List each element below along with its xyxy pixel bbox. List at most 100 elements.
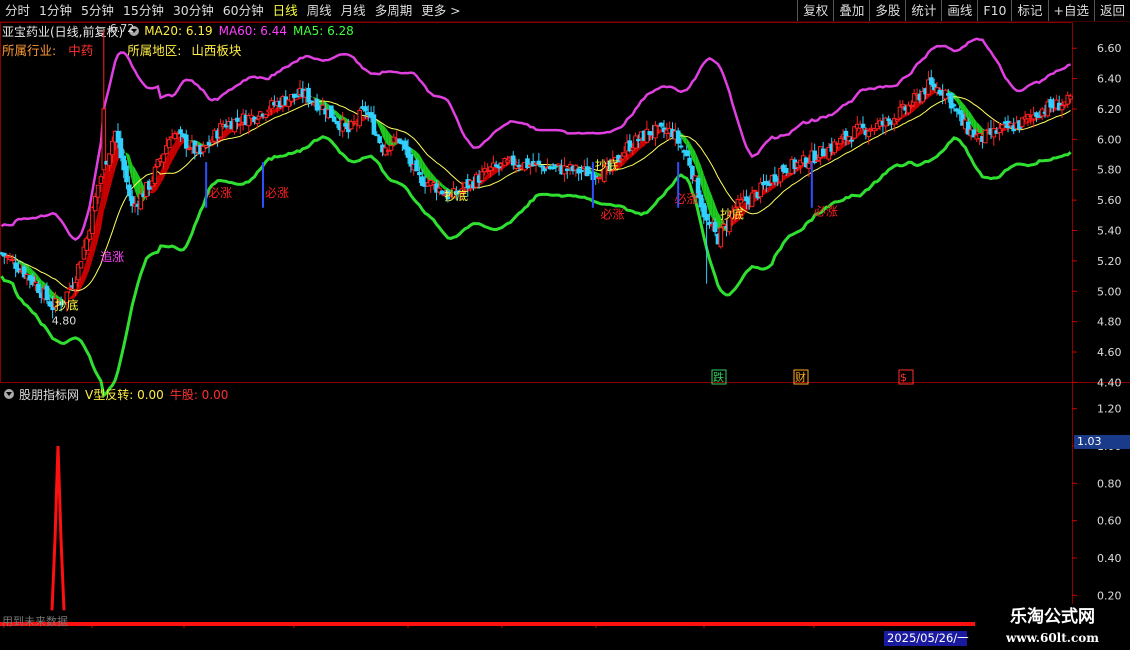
period-tab-1[interactable]: 1分钟 <box>34 0 76 21</box>
candle-body <box>493 164 499 167</box>
main-y-tick-label: 4.60 <box>1097 346 1122 359</box>
candle-body <box>982 129 988 144</box>
candle-body <box>44 285 50 301</box>
right-tools: 复权 叠加 多股 统计 画线 F10 标记 +自选 返回 <box>797 0 1130 21</box>
candle-body <box>417 171 422 176</box>
candle-body <box>653 124 658 139</box>
signal-annotation: 抄底 <box>55 297 79 312</box>
candle-body <box>84 237 90 251</box>
candle-body <box>479 171 485 181</box>
trend-fill-segment <box>98 199 101 241</box>
sub-y-tick-label: 0.40 <box>1097 552 1122 565</box>
period-tab-9[interactable]: 多周期 <box>370 0 417 21</box>
tool-button-6[interactable]: 标记 <box>1011 0 1047 21</box>
candle-body <box>183 134 189 149</box>
period-tab-6[interactable]: 日线 <box>268 0 302 21</box>
candle-body <box>414 160 419 172</box>
candle-body <box>36 283 41 293</box>
tool-button-2[interactable]: 多股 <box>869 0 905 21</box>
candle-body <box>886 118 891 122</box>
tool-button-3[interactable]: 统计 <box>905 0 941 21</box>
candle-body <box>820 148 826 157</box>
sub-current-value-box: 1.03 <box>1074 435 1130 449</box>
event-badge: $ <box>900 371 907 384</box>
trend-fill-segment <box>382 124 386 143</box>
sub-y-tick-label: 0.80 <box>1097 477 1122 490</box>
period-tab-2[interactable]: 5分钟 <box>76 0 118 21</box>
watermark-title: 乐淘公式网 <box>1010 607 1095 627</box>
candle-body <box>331 116 337 122</box>
trend-fill-segment <box>172 141 175 162</box>
candle-body <box>67 287 72 290</box>
candle-body <box>593 175 599 178</box>
signal-annotation: 必涨 <box>601 206 625 221</box>
trend-fill-segment <box>166 151 170 173</box>
ma20-line <box>1 96 1071 292</box>
candle-body <box>357 109 363 127</box>
main-frame <box>0 22 1073 383</box>
period-tabs: 分时 1分钟 5分钟 15分钟 30分钟 60分钟 日线 周线 月线 多周期 更多 > <box>0 0 465 21</box>
candle-body <box>894 119 900 122</box>
candle-body <box>92 196 98 212</box>
candle-body <box>806 162 812 169</box>
candle-body <box>550 167 556 170</box>
period-tab-4[interactable]: 30分钟 <box>168 0 218 21</box>
tool-button-8[interactable]: 返回 <box>1093 0 1130 21</box>
high-price-mark: 6.72 <box>110 22 135 35</box>
period-tab-10[interactable]: 更多 > <box>416 0 464 21</box>
period-tab-7[interactable]: 周线 <box>302 0 336 21</box>
tool-button-4[interactable]: 画线 <box>941 0 977 21</box>
candle-body <box>186 148 192 151</box>
candle-body <box>584 166 590 177</box>
candle-body <box>704 213 709 221</box>
candle-body <box>377 136 382 144</box>
candle-body <box>556 163 562 167</box>
main-price-chart[interactable]: 6.60 6.40 6.20 6.00 5.80 5.60 5.40 5.20 5.00 4.80… <box>0 22 1130 628</box>
candle-body <box>658 122 664 127</box>
sub-y-tick-label: 0.20 <box>1097 589 1122 602</box>
candle-body <box>516 164 522 168</box>
period-tab-8[interactable]: 月线 <box>336 0 370 21</box>
candle-body <box>371 114 377 135</box>
candle-body <box>687 157 692 166</box>
candle-body <box>684 150 690 157</box>
period-tab-3[interactable]: 15分钟 <box>118 0 168 21</box>
trend-fill-segment <box>83 258 87 284</box>
sub-dropdown-circle-icon[interactable] <box>4 389 14 399</box>
candle-body <box>118 138 124 159</box>
candle-body <box>255 119 260 125</box>
tool-button-5[interactable]: F10 <box>977 0 1011 21</box>
period-tab-0[interactable]: 分时 <box>0 0 34 21</box>
main-y-tick-label: 5.60 <box>1097 194 1122 207</box>
trend-fill-segment <box>223 128 227 140</box>
candle-body <box>107 153 112 167</box>
candle-body <box>10 258 16 261</box>
tool-button-0[interactable]: 复权 <box>797 0 833 21</box>
v-reversal-label: V型反转: 0.00 <box>85 387 164 402</box>
main-y-tick-label: 4.80 <box>1097 316 1122 329</box>
candle-body <box>203 144 209 148</box>
tool-button-1[interactable]: 叠加 <box>833 0 869 21</box>
period-tab-5[interactable]: 60分钟 <box>218 0 268 21</box>
signal-annotation: 抄底 <box>595 158 619 173</box>
sub-y-tick-label: 1.20 <box>1097 403 1122 416</box>
candle-body <box>235 117 240 122</box>
main-y-tick-label: 5.80 <box>1097 164 1122 177</box>
candle-body <box>237 123 243 126</box>
candle-body <box>306 87 311 103</box>
candle-body <box>772 174 778 182</box>
candle-body <box>505 159 510 163</box>
candle-body <box>1 252 7 257</box>
candle-body <box>866 130 871 137</box>
watermark: 乐淘公式网 www.60lt.com <box>975 604 1130 650</box>
trend-fill-segment <box>695 151 699 175</box>
candle-body <box>564 168 570 171</box>
candle-body <box>13 262 18 269</box>
candle-body <box>388 145 394 151</box>
candle-body <box>127 184 132 197</box>
main-y-tick-label: 5.00 <box>1097 285 1122 298</box>
tool-button-7[interactable]: +自选 <box>1047 0 1094 21</box>
candle-body <box>496 166 502 169</box>
signal-annotation: 必涨 <box>265 185 289 200</box>
candle-body <box>1068 95 1073 100</box>
